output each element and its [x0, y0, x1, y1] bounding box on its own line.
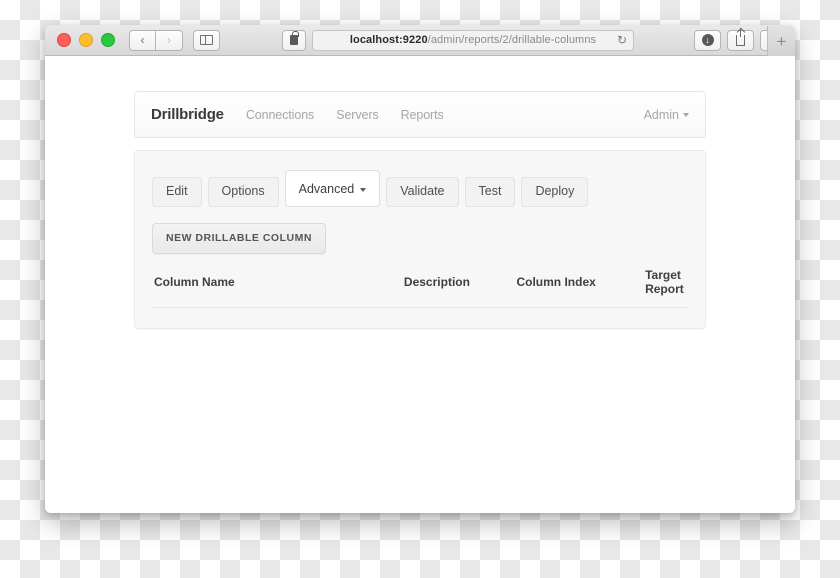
site-security-button[interactable] — [282, 29, 306, 51]
forward-button[interactable]: › — [156, 29, 183, 51]
url-host: localhost:9220 — [349, 34, 428, 46]
share-icon — [736, 28, 745, 46]
account-menu-label: Admin — [643, 107, 679, 122]
chevron-down-icon — [360, 187, 367, 192]
lock-icon — [290, 31, 299, 45]
url-input[interactable]: localhost:9220/admin/reports/2/drillable… — [312, 29, 634, 51]
page-content: Drillbridge Connections Servers Reports … — [45, 56, 795, 513]
nav-link-reports[interactable]: Reports — [401, 108, 444, 122]
close-window-button[interactable] — [57, 33, 71, 47]
address-bar-area: localhost:9220/admin/reports/2/drillable… — [230, 29, 686, 51]
chevron-down-icon — [683, 112, 689, 117]
sidebar-toggle-button[interactable] — [193, 29, 220, 51]
tab-deploy[interactable]: Deploy — [521, 177, 589, 207]
sidebar-icon — [200, 35, 213, 45]
table-header-row: Column Name Description Column Index Tar… — [152, 268, 688, 308]
url-text: localhost:9220/admin/reports/2/drillable… — [350, 34, 596, 46]
tab-validate[interactable]: Validate — [386, 177, 459, 207]
share-button[interactable] — [727, 28, 754, 51]
download-icon: ↓ — [701, 34, 714, 46]
navbar-links: Connections Servers Reports — [246, 108, 444, 122]
window-controls — [57, 33, 115, 47]
column-header-description: Description — [403, 268, 517, 308]
downloads-button[interactable]: ↓ — [694, 29, 721, 51]
back-button[interactable]: ‹ — [129, 29, 156, 51]
column-header-target-report: Target Report — [645, 268, 688, 308]
drillable-columns-table: Column Name Description Column Index Tar… — [152, 268, 688, 308]
column-header-column-name: Column Name — [152, 268, 404, 308]
maximize-window-button[interactable] — [101, 33, 115, 47]
tab-advanced-label: Advanced — [298, 182, 355, 196]
tab-edit[interactable]: Edit — [152, 177, 202, 207]
reload-icon[interactable]: ↻ — [617, 34, 627, 46]
panel-tabstrip: Edit Options Advanced Validate Test Depl… — [152, 170, 589, 207]
app-brand[interactable]: Drillbridge — [151, 106, 224, 123]
advanced-panel: Edit Options Advanced Validate Test Depl… — [134, 150, 706, 329]
tab-advanced[interactable]: Advanced — [284, 170, 381, 207]
browser-toolbar: ‹ › localhost:9220/admin/reports/2/drill… — [45, 25, 795, 56]
new-tab-button[interactable]: + — [767, 26, 795, 56]
navigation-buttons: ‹ › — [129, 29, 183, 51]
table-header: Column Name Description Column Index Tar… — [152, 268, 688, 308]
minimize-window-button[interactable] — [79, 33, 93, 47]
nav-link-servers[interactable]: Servers — [336, 108, 378, 122]
account-menu[interactable]: Admin — [644, 108, 689, 122]
tab-test[interactable]: Test — [464, 177, 516, 207]
browser-window: ‹ › localhost:9220/admin/reports/2/drill… — [45, 25, 795, 513]
drillable-columns-table-wrapper: Column Name Description Column Index Tar… — [152, 268, 688, 308]
url-path: /admin/reports/2/drillable-columns — [427, 34, 597, 46]
tab-options[interactable]: Options — [207, 177, 279, 207]
new-drillable-column-button[interactable]: NEW DRILLABLE COLUMN — [152, 223, 326, 254]
column-header-column-index: Column Index — [516, 268, 646, 308]
nav-link-connections[interactable]: Connections — [246, 108, 314, 122]
app-navbar: Drillbridge Connections Servers Reports … — [134, 91, 706, 138]
